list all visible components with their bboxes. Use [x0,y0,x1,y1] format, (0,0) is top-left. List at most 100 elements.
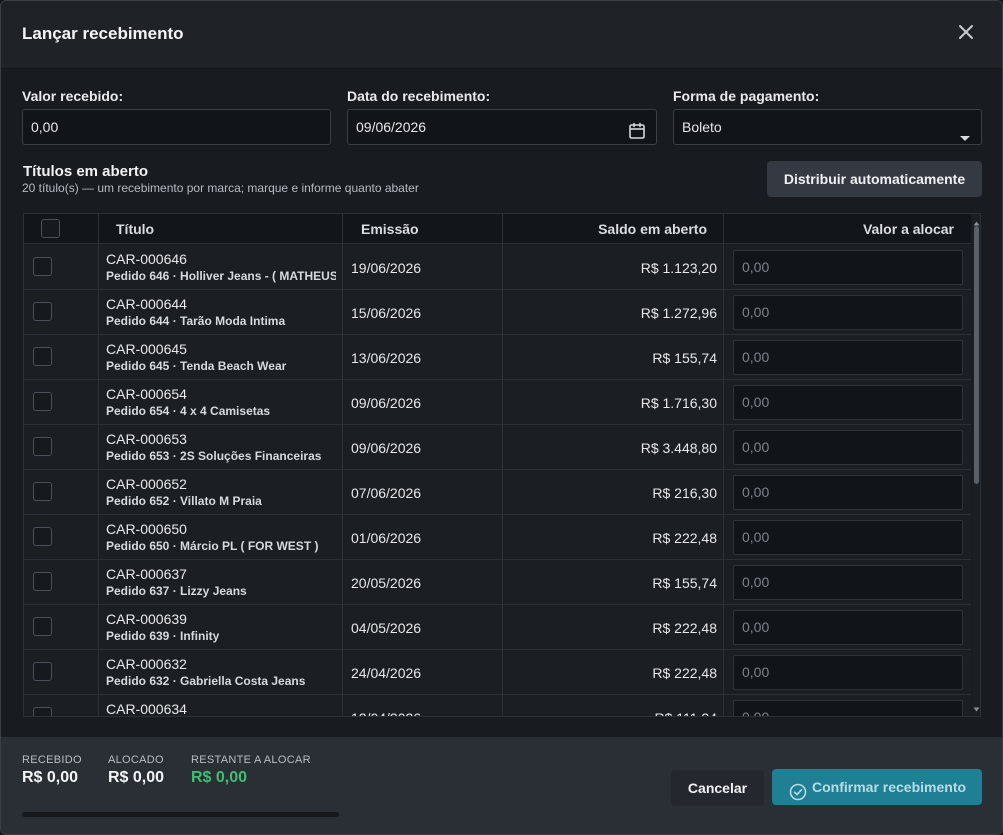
close-icon[interactable] [955,21,977,43]
titulo-description: Pedido 639 · Infinity [106,629,220,643]
table-header: Título Emissão Saldo em aberto Valor a a… [24,214,971,244]
column-divider [342,214,343,716]
titulo-description: Pedido 637 · Lizzy Jeans [106,584,247,598]
emissao-date: 09/06/2026 [351,440,422,456]
dialog-title: Lançar recebimento [22,24,184,43]
emissao-date: 04/05/2026 [351,620,422,636]
table-row[interactable]: CAR-000646 Pedido 646 · Holliver Jeans - … [24,245,971,290]
table-row[interactable]: CAR-000653 Pedido 653 · 2S Soluções Finan… [24,425,971,470]
table-row[interactable]: CAR-000632 Pedido 632 · Gabriella Costa J… [24,650,971,695]
saldo-aberto: R$ 222,48 [652,620,717,636]
row-checkbox[interactable] [33,257,52,276]
valor-alocar-input[interactable]: 0,00 [733,520,963,555]
valor-alocar-input[interactable]: 0,00 [733,250,963,285]
emissao-date: 01/06/2026 [351,530,422,546]
saldo-aberto: R$ 1.272,96 [640,305,717,321]
row-checkbox[interactable] [33,572,52,591]
restante-label: RESTANTE A ALOCAR [191,754,311,766]
data-recebimento-label: Data do recebimento: [347,88,491,104]
emissao-date: 12/04/2026 [351,710,421,716]
titulos-table: Título Emissão Saldo em aberto Valor a a… [23,213,981,717]
emissao-date: 20/05/2026 [351,575,422,591]
saldo-aberto: R$ 216,30 [652,485,717,501]
titulo-code: CAR-000645 [106,341,187,357]
saldo-aberto: R$ 111,24 [654,710,717,716]
emissao-date: 07/06/2026 [351,485,422,501]
valor-alocar-input[interactable]: 0,00 [733,295,963,330]
titulo-code: CAR-000644 [106,296,187,312]
valor-alocar-input[interactable]: 0,00 [733,430,963,465]
table-row[interactable]: CAR-000644 Pedido 644 · Tarão Moda Intima… [24,290,971,335]
titulo-code: CAR-000632 [106,656,187,672]
saldo-aberto: R$ 222,48 [652,665,717,681]
table-row[interactable]: CAR-000637 Pedido 637 · Lizzy Jeans 20/05/… [24,560,971,605]
row-checkbox[interactable] [33,302,52,321]
titulo-description: Pedido 644 · Tarão Moda Intima [106,314,286,328]
calendar-icon[interactable] [628,118,646,152]
confirm-button[interactable]: Confirmar recebimento [772,769,982,805]
data-recebimento-field[interactable]: 09/06/2026 [347,109,657,145]
titulo-code: CAR-000650 [106,521,187,537]
valor-alocar-input[interactable]: 0,00 [733,475,963,510]
header-saldo: Saldo em aberto [598,221,707,237]
titulo-description: Pedido 653 · 2S Soluções Financeiras [106,449,322,463]
emissao-date: 15/06/2026 [351,305,422,321]
header-valor-alocar: Valor a alocar [862,221,954,237]
table-row[interactable]: CAR-000654 Pedido 654 · 4 x 4 Camisetas 09… [24,380,971,425]
table-scrollbar[interactable] [972,214,980,716]
scrollbar-thumb[interactable] [974,226,979,484]
column-divider [723,214,724,716]
row-checkbox[interactable] [33,527,52,546]
titulo-code: CAR-000654 [106,386,187,402]
saldo-aberto: R$ 1.123,20 [640,260,717,276]
check-circle-icon [789,778,807,814]
table-row[interactable]: CAR-000639 Pedido 639 · Infinity 04/05/202… [24,605,971,650]
select-all-checkbox[interactable] [41,219,60,238]
titulo-code: CAR-000652 [106,476,187,492]
dialog-header: Lançar recebimento [1,1,1002,69]
dialog-footer: RECEBIDO R$ 0,00 ALOCADO R$ 0,00 RESTANT… [1,737,1002,834]
titulo-code: CAR-000653 [106,431,187,447]
valor-recebido-input[interactable] [31,110,322,144]
row-checkbox[interactable] [33,617,52,636]
valor-alocar-input[interactable]: 0,00 [733,565,963,600]
row-checkbox[interactable] [33,662,52,681]
forma-pagamento-select[interactable]: Boleto [673,109,982,145]
distribuir-automaticamente-button[interactable]: Distribuir automaticamente [767,161,982,197]
cancel-button[interactable]: Cancelar [671,770,764,806]
restante-value: R$ 0,00 [191,769,248,786]
saldo-aberto: R$ 155,74 [652,575,717,591]
valor-alocar-input[interactable]: 0,00 [733,655,963,690]
dialog: Lançar recebimento Valor recebido: Data … [0,0,1003,835]
valor-alocar-input[interactable]: 0,00 [733,700,963,716]
scroll-down-icon[interactable] [973,700,980,716]
section-subtitle: 20 título(s) — um recebimento por marca;… [22,181,419,195]
titulo-code: CAR-000637 [106,566,187,582]
recebido-label: RECEBIDO [22,754,82,766]
dialog-body: Valor recebido: Data do recebimento: 09/… [1,69,1002,737]
table-row[interactable]: CAR-000634 12/04/2026 R$ 111,24 0,00 [24,695,971,717]
row-checkbox[interactable] [33,482,52,501]
header-titulo: Título [116,221,155,237]
valor-recebido-field[interactable] [22,109,331,145]
row-checkbox[interactable] [33,392,52,411]
chevron-down-icon [959,122,971,156]
row-checkbox[interactable] [33,707,52,716]
titulo-description: Pedido 646 · Holliver Jeans - ( MATHEUS [106,269,336,283]
titulo-code: CAR-000634 [106,701,187,717]
table-row[interactable]: CAR-000650 Pedido 650 · Márcio PL ( FOR W… [24,515,971,560]
table-row[interactable]: CAR-000652 Pedido 652 · Villato M Praia 07… [24,470,971,515]
column-divider [502,214,503,716]
valor-alocar-input[interactable]: 0,00 [733,610,963,645]
valor-alocar-input[interactable]: 0,00 [733,385,963,420]
titulo-description: Pedido 645 · Tenda Beach Wear [106,359,287,373]
table-row[interactable]: CAR-000645 Pedido 645 · Tenda Beach Wear 1… [24,335,971,380]
column-divider [98,214,99,716]
saldo-aberto: R$ 1.716,30 [640,395,717,411]
forma-pagamento-value: Boleto [682,119,722,135]
row-checkbox[interactable] [33,347,52,366]
valor-alocar-input[interactable]: 0,00 [733,340,963,375]
titulo-description: Pedido 632 · Gabriella Costa Jeans [106,674,306,688]
forma-pagamento-label: Forma de pagamento: [673,88,820,104]
row-checkbox[interactable] [33,437,52,456]
